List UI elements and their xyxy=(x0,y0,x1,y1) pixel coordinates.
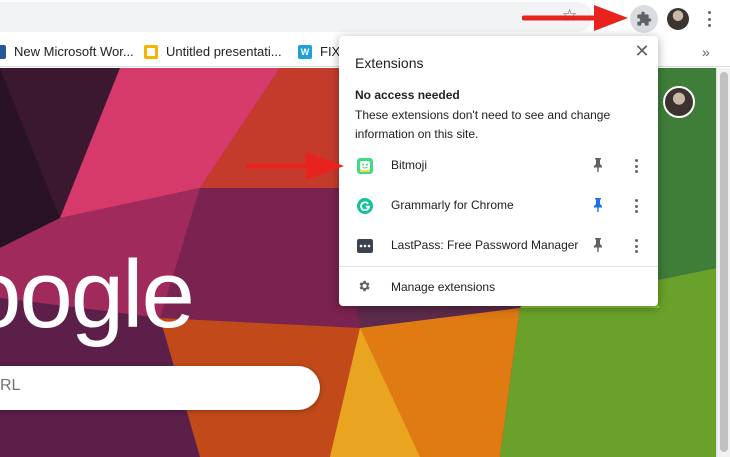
lastpass-icon xyxy=(357,239,373,253)
extension-row-lastpass[interactable]: LastPass: Free Password Manager xyxy=(339,225,658,265)
bookmark-label: New Microsoft Wor... xyxy=(14,44,134,59)
google-logo: oogle xyxy=(0,241,195,348)
bookmarks-overflow-button[interactable]: » xyxy=(702,44,710,60)
annotation-arrow-toolbar xyxy=(522,5,628,31)
manage-extensions-label: Manage extensions xyxy=(391,280,496,294)
bookmark-label: Untitled presentati... xyxy=(166,44,282,59)
extensions-puzzle-icon xyxy=(637,11,652,26)
pin-icon[interactable] xyxy=(591,157,605,173)
extension-name: Bitmoji xyxy=(391,158,428,172)
address-bar[interactable] xyxy=(0,2,592,32)
extension-row-bitmoji[interactable]: Bitmoji xyxy=(339,145,658,185)
more-options-icon[interactable] xyxy=(631,237,641,255)
bookmark-item[interactable]: Untitled presentati... xyxy=(144,44,282,59)
ntp-profile-avatar[interactable] xyxy=(663,86,695,118)
pin-icon-active[interactable] xyxy=(591,197,605,213)
search-box[interactable]: RL xyxy=(0,366,320,410)
section-title: No access needed xyxy=(355,88,460,102)
scrollbar-thumb[interactable] xyxy=(720,72,728,452)
page-scrollbar[interactable] xyxy=(716,68,730,457)
grammarly-icon xyxy=(357,198,373,214)
popup-title: Extensions xyxy=(355,55,424,71)
manage-extensions-button[interactable]: Manage extensions xyxy=(339,267,658,305)
close-icon[interactable]: ✕ xyxy=(633,42,651,60)
slides-icon xyxy=(144,44,158,59)
extension-name: Grammarly for Chrome xyxy=(391,198,514,212)
bookmark-item[interactable]: New Microsoft Wor... xyxy=(0,44,134,59)
section-description: These extensions don't need to see and c… xyxy=(355,108,611,141)
extension-name: LastPass: Free Password Manager xyxy=(391,238,579,252)
extensions-popup: Extensions ✕ No access needed These exte… xyxy=(339,36,658,306)
chrome-menu-icon[interactable] xyxy=(702,9,716,29)
gear-icon xyxy=(359,280,370,292)
profile-avatar[interactable] xyxy=(667,8,689,30)
pin-icon[interactable] xyxy=(591,237,605,253)
more-options-icon[interactable] xyxy=(631,197,641,215)
search-hint: RL xyxy=(0,377,21,394)
more-options-icon[interactable] xyxy=(631,157,641,175)
fix-site-icon: W xyxy=(298,44,312,59)
extensions-puzzle-button[interactable] xyxy=(630,5,658,33)
bitmoji-icon xyxy=(357,158,373,174)
bookmark-item[interactable]: W FIX xyxy=(298,44,340,59)
extension-row-grammarly[interactable]: Grammarly for Chrome xyxy=(339,185,658,225)
annotation-arrow-bitmoji xyxy=(246,152,344,180)
word-doc-icon xyxy=(0,44,6,59)
bookmark-label: FIX xyxy=(320,44,341,59)
